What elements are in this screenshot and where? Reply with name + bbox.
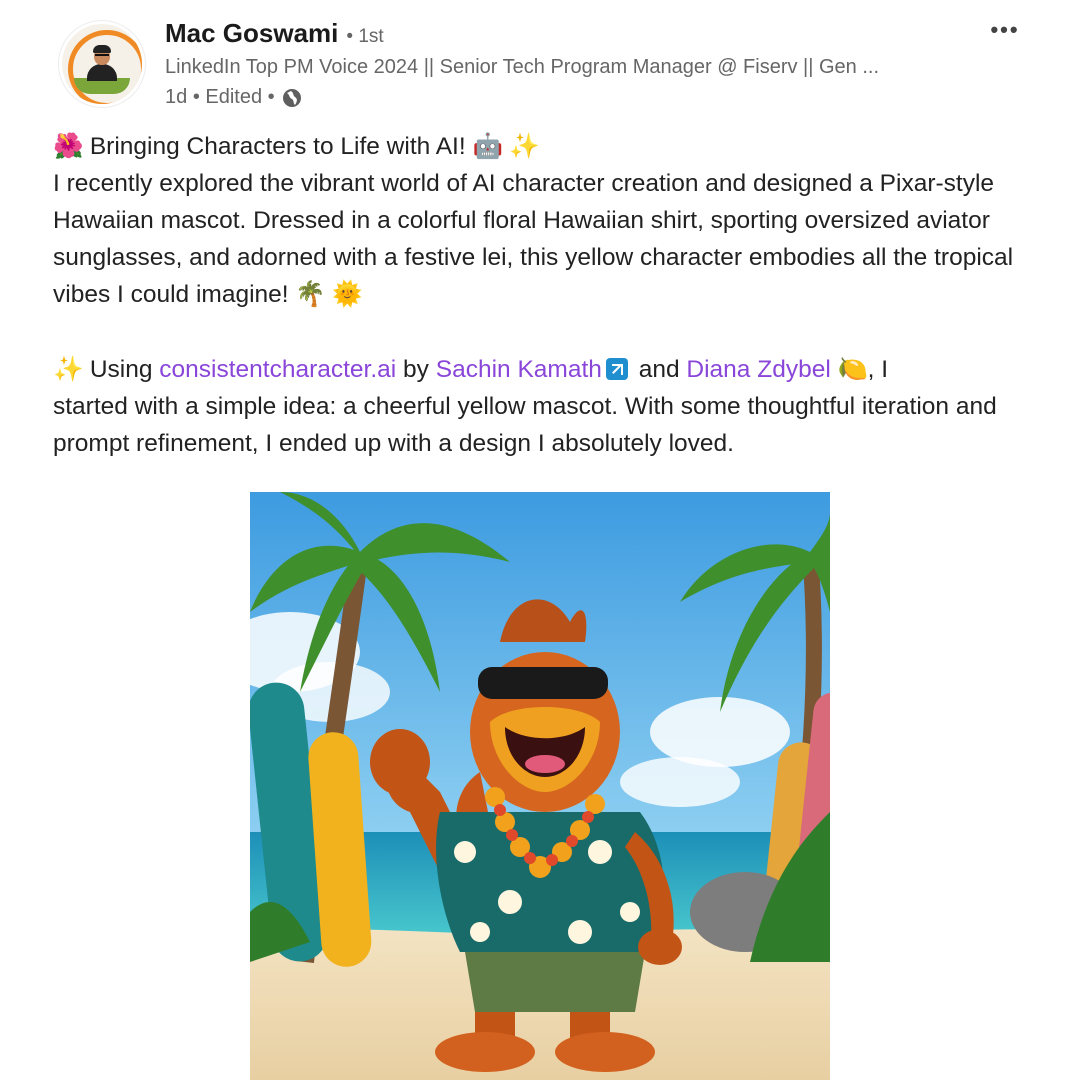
using-text: Using [89,356,153,383]
avatar-person [87,45,117,81]
sun-emoji: 🌞 [332,281,363,308]
post-time: 1d [165,86,188,108]
and-text: and [638,356,680,383]
post-body-1: I recently explored the vibrant world of… [53,170,1014,308]
sachin-kamath-mention[interactable]: Sachin Kamath [436,356,602,383]
palm-tree-emoji: 🌴 [295,281,326,308]
robot-emoji: 🤖 [472,133,503,160]
post-paragraph-2: ✨ Using consistentcharacter.ai by Sachin… [53,351,1028,462]
avatar-photo [62,24,142,104]
author-headline: LinkedIn Top PM Voice 2024 || Senior Tec… [165,56,880,78]
diana-zdybel-mention[interactable]: Diana Zdybel [686,356,830,383]
lemon-emoji: 🍋 [837,356,869,383]
by-text: by [403,356,429,383]
post-body-2: started with a simple idea: a cheerful y… [53,393,997,457]
mascot-illustration [250,492,830,1080]
author-name[interactable]: Mac Goswami [165,18,338,49]
hibiscus-emoji: 🌺 [53,133,84,160]
post-image[interactable] [250,492,830,1080]
consistentcharacter-link[interactable]: consistentcharacter.ai [159,356,396,383]
connection-degree: • 1st [346,26,384,47]
author-name-row: Mac Goswami • 1st [165,18,384,49]
linkedin-post: Mac Goswami • 1st LinkedIn Top PM Voice … [0,0,1080,1080]
edited-label: • Edited • [192,86,275,108]
sparkles-emoji: ✨ [53,356,84,383]
post-meta: 1d • Edited • [165,86,303,109]
external-link-icon [605,358,628,380]
more-options-button[interactable]: ••• [985,16,1025,44]
comma-text: , I [867,356,889,383]
author-avatar[interactable] [58,20,146,108]
globe-icon [281,87,303,109]
post-title: Bringing Characters to Life with AI! [89,133,466,160]
post-paragraph-1: 🌺 Bringing Characters to Life with AI! 🤖… [53,128,1028,313]
sparkles-emoji: ✨ [509,133,540,160]
